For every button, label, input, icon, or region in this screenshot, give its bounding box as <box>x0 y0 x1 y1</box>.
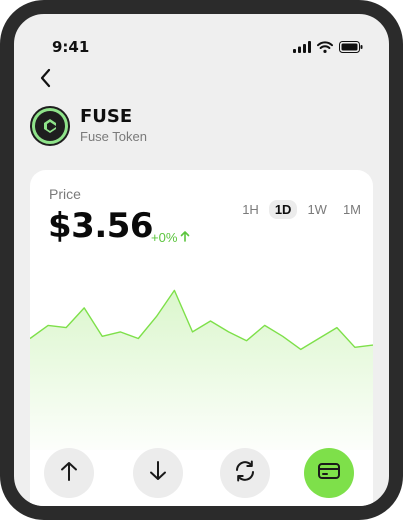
tab-1w[interactable]: 1W <box>301 200 333 219</box>
swap-icon <box>233 459 257 487</box>
tab-1h[interactable]: 1H <box>236 200 265 219</box>
price-chart <box>30 270 373 450</box>
status-bar: 9:41 <box>14 28 389 58</box>
back-button[interactable] <box>32 66 60 94</box>
status-icons <box>293 38 363 57</box>
arrow-up-small-icon <box>180 230 190 245</box>
token-title-block: FUSE Fuse Token <box>80 106 147 146</box>
card-icon <box>317 461 341 485</box>
wifi-icon <box>317 38 333 57</box>
price-value: $3.56 <box>48 206 153 246</box>
tab-1m[interactable]: 1M <box>337 200 367 219</box>
arrow-down-icon <box>148 460 168 486</box>
price-change-value: +0% <box>151 230 177 245</box>
swap-button[interactable] <box>220 448 270 498</box>
token-name: Fuse Token <box>80 128 147 146</box>
fuse-logo-icon <box>30 106 70 146</box>
battery-icon <box>339 38 363 57</box>
status-time: 9:41 <box>52 38 89 56</box>
price-card: Price $3.56 +0% 1H 1D 1W 1M <box>30 170 373 520</box>
token-symbol: FUSE <box>80 106 147 128</box>
chevron-left-icon <box>39 68 53 92</box>
receive-button[interactable] <box>133 448 183 498</box>
tab-1d[interactable]: 1D <box>269 200 298 219</box>
action-bar <box>30 448 373 508</box>
price-change: +0% <box>151 230 190 245</box>
send-button[interactable] <box>44 448 94 498</box>
timeframe-selector: 1H 1D 1W 1M <box>236 200 367 219</box>
arrow-up-icon <box>59 460 79 486</box>
signal-icon <box>293 38 311 57</box>
price-label: Price <box>49 186 81 202</box>
chart-area <box>30 290 373 450</box>
token-header: FUSE Fuse Token <box>30 106 147 146</box>
card-button[interactable] <box>304 448 354 498</box>
phone-frame: 9:41 <box>0 0 403 520</box>
